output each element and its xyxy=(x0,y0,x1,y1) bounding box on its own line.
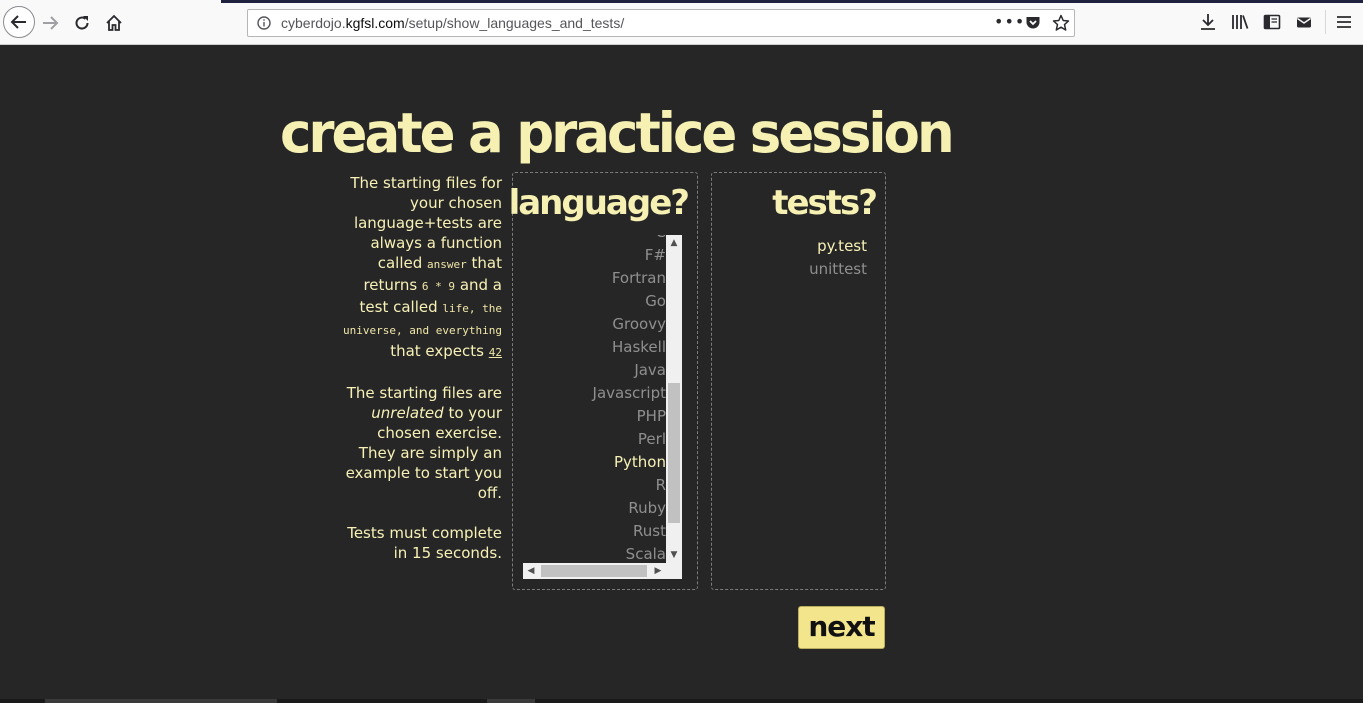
url-text[interactable]: cyberdojo.kgfsl.com/setup/show_languages… xyxy=(281,15,624,31)
info-emphasis: unrelated xyxy=(371,404,444,422)
info-icon[interactable] xyxy=(257,16,271,30)
vertical-scrollbar[interactable]: ▲ ▼ xyxy=(666,235,682,563)
language-option[interactable]: Java xyxy=(593,359,666,382)
tests-list: py.test unittest xyxy=(809,235,867,281)
scroll-right-arrow-icon[interactable]: ▶ xyxy=(650,563,666,579)
browser-toolbar: cyberdojo.kgfsl.com/setup/show_languages… xyxy=(0,0,1363,45)
url-host: kgfsl.com xyxy=(345,15,405,31)
test-option[interactable]: py.test xyxy=(809,235,867,258)
language-option[interactable]: C xyxy=(593,235,666,244)
toolbar-separator xyxy=(1325,10,1326,34)
pocket-icon[interactable] xyxy=(1025,15,1041,31)
language-items: CF#FortranGoGroovyHaskellJavaJavascriptP… xyxy=(593,235,666,566)
tests-heading: tests? xyxy=(772,183,878,223)
code-expression: 6 * 9 xyxy=(421,280,456,293)
library-icon[interactable] xyxy=(1230,12,1250,32)
language-option[interactable]: R xyxy=(593,474,666,497)
language-option[interactable]: Perl xyxy=(593,428,666,451)
forward-button[interactable] xyxy=(35,8,65,38)
mail-icon[interactable] xyxy=(1294,12,1314,32)
info-paragraph-3: Tests must complete in 15 seconds. xyxy=(347,524,502,562)
tests-panel: tests? py.test unittest xyxy=(711,172,886,590)
bottom-scrollbar-thumb[interactable] xyxy=(45,699,277,703)
home-button[interactable] xyxy=(99,8,129,38)
back-button[interactable] xyxy=(3,6,35,38)
language-option[interactable]: Groovy xyxy=(593,313,666,336)
language-list[interactable]: CF#FortranGoGroovyHaskellJavaJavascriptP… xyxy=(523,235,682,579)
info-text-part: The starting files are xyxy=(346,384,502,402)
code-answer: answer xyxy=(427,258,467,271)
language-option[interactable]: Python xyxy=(593,451,666,474)
address-bar[interactable]: cyberdojo.kgfsl.com/setup/show_languages… xyxy=(247,9,1075,37)
tab-strip-edge xyxy=(221,0,1363,3)
info-paragraph-2: The starting files are unrelated to your… xyxy=(340,383,502,503)
scroll-down-arrow-icon[interactable]: ▼ xyxy=(666,547,682,563)
language-option[interactable]: Javascript xyxy=(593,382,666,405)
bottom-scrollbar[interactable] xyxy=(0,699,1363,703)
sidebar-icon[interactable] xyxy=(1262,12,1282,32)
scroll-left-arrow-icon[interactable]: ◀ xyxy=(523,563,539,579)
url-prefix: cyberdojo. xyxy=(281,15,346,31)
info-text-part: that expects xyxy=(390,342,489,360)
bookmark-star-icon[interactable] xyxy=(1052,14,1070,32)
url-path: /setup/show_languages_and_tests/ xyxy=(404,15,625,31)
bottom-scrollbar-segment xyxy=(487,699,535,703)
language-option[interactable]: Go xyxy=(593,290,666,313)
language-option[interactable]: PHP xyxy=(593,405,666,428)
language-option[interactable]: Haskell xyxy=(593,336,666,359)
reload-button[interactable] xyxy=(67,8,97,38)
forward-arrow-icon xyxy=(43,16,59,30)
downloads-icon[interactable] xyxy=(1198,12,1218,32)
horizontal-scrollbar-thumb[interactable] xyxy=(541,565,647,577)
home-icon xyxy=(106,14,122,31)
scroll-up-arrow-icon[interactable]: ▲ xyxy=(666,235,682,251)
language-option[interactable]: Rust xyxy=(593,520,666,543)
back-arrow-icon xyxy=(10,15,26,29)
language-heading: language? xyxy=(508,183,690,223)
info-text: The starting files for your chosen langu… xyxy=(340,173,502,583)
code-expected-value: 42 xyxy=(488,346,502,359)
language-option[interactable]: Fortran xyxy=(593,267,666,290)
page-title: create a practice session xyxy=(280,101,955,166)
next-button[interactable]: next xyxy=(798,606,885,649)
scrollbar-thumb[interactable] xyxy=(668,383,680,523)
language-option[interactable]: Ruby xyxy=(593,497,666,520)
reload-icon xyxy=(75,16,89,30)
page-actions-icon[interactable]: ••• xyxy=(994,12,1025,31)
horizontal-scrollbar[interactable]: ◀ ▶ xyxy=(523,563,682,579)
hamburger-menu-icon[interactable] xyxy=(1334,12,1354,32)
language-option[interactable]: F# xyxy=(593,244,666,267)
language-panel: language? CF#FortranGoGroovyHaskellJavaJ… xyxy=(508,172,698,590)
info-paragraph-1: The starting files for your chosen langu… xyxy=(340,173,502,363)
test-option[interactable]: unittest xyxy=(809,258,867,281)
